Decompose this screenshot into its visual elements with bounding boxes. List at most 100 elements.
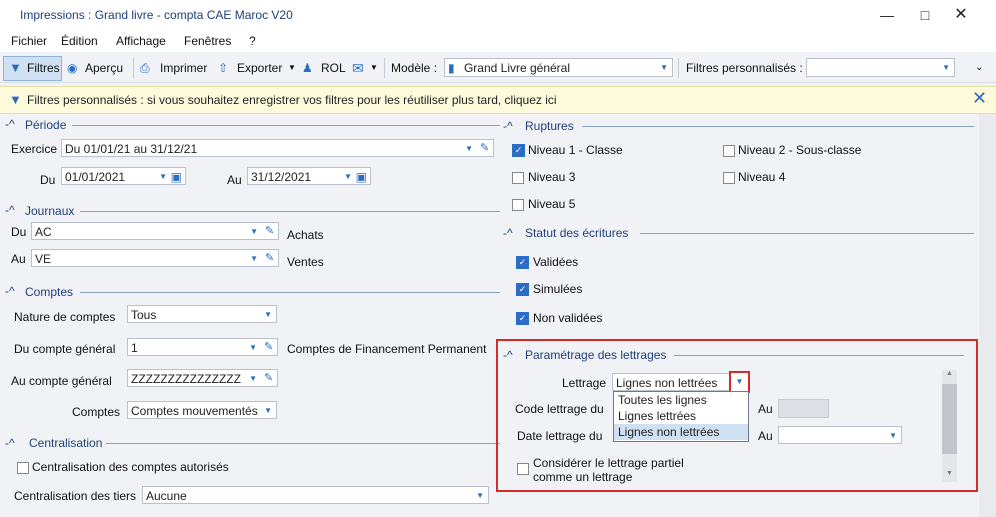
menu-affichage[interactable]: Affichage: [116, 34, 166, 48]
centralisation-checkbox[interactable]: [17, 462, 29, 474]
menu-help[interactable]: ?: [249, 34, 256, 48]
apercu-button[interactable]: Aperçu: [85, 58, 123, 78]
scroll-up-icon[interactable]: ▲: [946, 370, 953, 377]
lettrage-select[interactable]: Lignes non lettrées: [612, 373, 748, 391]
chevron-down-icon: ▼: [264, 310, 272, 319]
statut-label-non-validees: Non validées: [533, 311, 603, 325]
mail-dropdown-icon[interactable]: ▼: [370, 58, 378, 78]
lettrage-partiel-checkbox[interactable]: [517, 463, 529, 475]
lettrage-label: Lettrage: [562, 376, 607, 390]
statut-checkbox-simulees[interactable]: ✓: [516, 283, 529, 296]
edit-icon[interactable]: ✎: [264, 342, 274, 353]
lettrage-option[interactable]: Lignes lettrées: [614, 408, 748, 424]
calendar-icon[interactable]: ▣: [171, 168, 182, 186]
rupture-checkbox-2[interactable]: [723, 145, 735, 157]
journaux-du-select[interactable]: AC ▼ ✎: [31, 222, 279, 240]
edit-icon[interactable]: ✎: [265, 226, 275, 237]
lettrage-partiel-label-2: comme un lettrage: [533, 470, 633, 484]
imprimer-button[interactable]: Imprimer: [160, 58, 207, 78]
info-text[interactable]: Filtres personnalisés : si vous souhaite…: [27, 93, 557, 107]
au-compte-value: ZZZZZZZZZZZZZZZ: [131, 372, 241, 386]
rupture-checkbox-5[interactable]: [512, 199, 524, 211]
periode-collapse-icon[interactable]: -^: [5, 117, 15, 131]
exercice-select[interactable]: Du 01/01/21 au 31/12/21 ▼ ✎: [61, 139, 494, 157]
periode-au-value: 31/12/2021: [251, 170, 312, 184]
rupture-checkbox-3[interactable]: [512, 172, 524, 184]
modele-select[interactable]: ▮ Grand Livre général ▼: [444, 58, 673, 77]
rupture-checkbox-1[interactable]: ✓: [512, 144, 525, 157]
statut-collapse-icon[interactable]: -^: [503, 226, 513, 240]
statut-checkbox-validees[interactable]: ✓: [516, 256, 529, 269]
chevron-down-icon: ▼: [159, 172, 167, 181]
du-compte-select[interactable]: 1 ▼ ✎: [127, 338, 278, 356]
journaux-au-desc: Ventes: [287, 255, 324, 269]
statut-title: Statut des écritures: [525, 226, 629, 240]
window-title: Impressions : Grand livre - compta CAE M…: [20, 8, 293, 22]
au-compte-select[interactable]: ZZZZZZZZZZZZZZZ ▼ ✎: [127, 369, 278, 387]
du-compte-value: 1: [131, 341, 138, 355]
menu-fichier[interactable]: Fichier: [11, 34, 47, 48]
close-info-icon[interactable]: ✕: [972, 88, 987, 109]
date-lettrage-au-label: Au: [758, 429, 773, 443]
lettrage-option-selected[interactable]: Lignes non lettrées: [614, 424, 748, 440]
periode-du-field[interactable]: 01/01/2021 ▼ ▣: [61, 167, 186, 185]
journaux-title: Journaux: [25, 204, 75, 218]
periode-au-field[interactable]: 31/12/2021 ▼ ▣: [247, 167, 371, 185]
filtres-perso-label: Filtres personnalisés :: [686, 61, 803, 75]
nature-select[interactable]: Tous ▼: [127, 305, 277, 323]
minimize-button[interactable]: —: [872, 4, 902, 26]
rol-button[interactable]: ROL: [321, 58, 346, 78]
comptes-title: Comptes: [25, 285, 74, 299]
mail-icon[interactable]: ✉: [352, 58, 364, 78]
edit-icon[interactable]: ✎: [480, 143, 490, 154]
main-scrollbar[interactable]: [979, 114, 996, 517]
edit-icon[interactable]: ✎: [265, 253, 275, 264]
preview-icon: ◉: [67, 61, 78, 75]
scrollbar-thumb[interactable]: [942, 384, 957, 454]
exporter-dropdown-icon[interactable]: ▼: [288, 58, 296, 78]
journaux-collapse-icon[interactable]: -^: [5, 203, 15, 217]
tiers-select[interactable]: Aucune ▼: [142, 486, 489, 504]
statut-checkbox-non-validees[interactable]: ✓: [516, 312, 529, 325]
section-divider: [640, 233, 974, 234]
statut-label-validees: Validées: [533, 255, 579, 269]
filter-icon: ▼: [9, 92, 22, 107]
toolbar-separator: [384, 58, 385, 78]
scroll-down-icon[interactable]: ▼: [946, 470, 953, 477]
exercice-value: Du 01/01/21 au 31/12/21: [65, 142, 198, 156]
chevron-down-icon: ▼: [249, 374, 257, 383]
rupture-checkbox-4[interactable]: [723, 172, 735, 184]
document-icon: ▮: [448, 61, 455, 75]
exporter-button[interactable]: Exporter: [237, 58, 282, 78]
calendar-icon[interactable]: ▣: [356, 168, 367, 186]
periode-title: Période: [25, 118, 67, 132]
export-icon: ⇧: [218, 61, 229, 75]
ruptures-collapse-icon[interactable]: -^: [503, 119, 513, 133]
lettrage-option[interactable]: Toutes les lignes: [614, 392, 748, 408]
menu-edition[interactable]: Édition: [61, 34, 98, 48]
lettrage-dropdown-button[interactable]: ▼: [729, 371, 750, 393]
lettrage-dropdown-list: Toutes les lignes Lignes lettrées Lignes…: [613, 391, 749, 442]
printer-icon: ⎙: [140, 61, 150, 75]
date-lettrage-au-field[interactable]: ▼: [778, 426, 902, 444]
chevron-down-icon: ▼: [465, 144, 473, 153]
comptes-collapse-icon[interactable]: -^: [5, 284, 15, 298]
code-lettrage-au-field[interactable]: [778, 399, 829, 418]
chevron-down-icon: ▼: [476, 491, 484, 500]
menu-fenetres[interactable]: Fenêtres: [184, 34, 231, 48]
statut-label-simulees: Simulées: [533, 282, 583, 296]
lettrage-scrollbar[interactable]: ▲ ▼: [942, 370, 957, 482]
centralisation-collapse-icon[interactable]: -^: [5, 436, 15, 450]
maximize-button[interactable]: □: [910, 4, 940, 26]
journaux-au-select[interactable]: VE ▼ ✎: [31, 249, 279, 267]
toolbar-separator: [133, 58, 134, 78]
comptes-select[interactable]: Comptes mouvementés ▼: [127, 401, 277, 419]
toolbar-separator: [678, 58, 679, 78]
lettrage-collapse-icon[interactable]: -^: [503, 348, 513, 362]
filter-icon: ▼: [9, 60, 22, 75]
close-button[interactable]: ✕: [946, 4, 976, 26]
filtres-perso-select[interactable]: ▼: [806, 58, 955, 77]
lettrage-value: Lignes non lettrées: [616, 376, 718, 390]
toolbar-overflow-icon[interactable]: ⌄: [975, 58, 983, 78]
edit-icon[interactable]: ✎: [264, 373, 274, 384]
